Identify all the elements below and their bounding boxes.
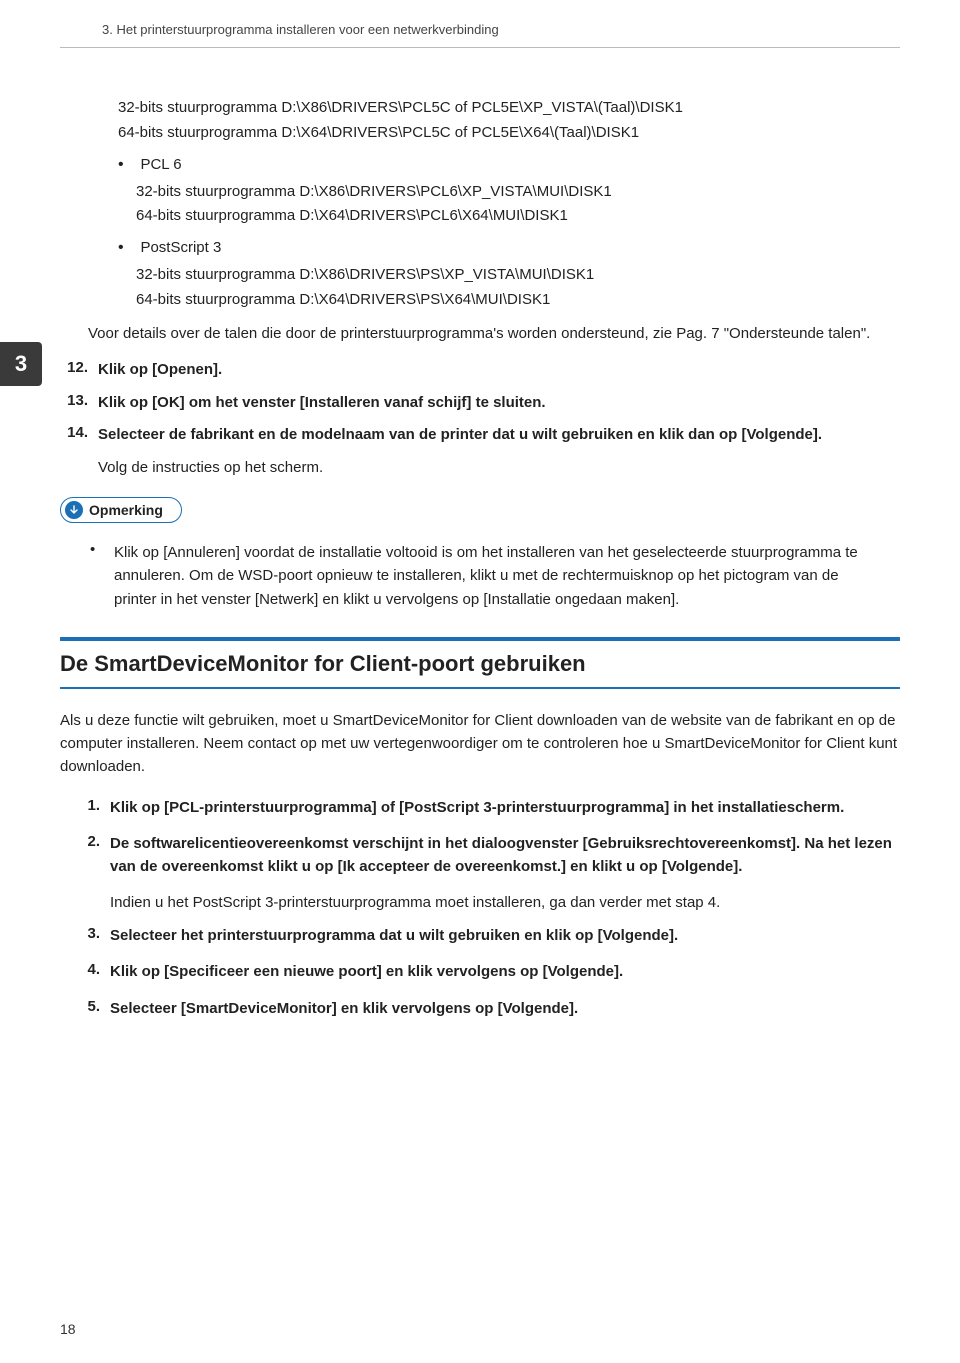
- step-number: 3.: [78, 925, 100, 948]
- step-number: 4.: [78, 961, 100, 984]
- step-number: 12.: [60, 359, 88, 382]
- driver-path: 64-bits stuurprogramma D:\X64\DRIVERS\PC…: [118, 121, 900, 146]
- path-block-top: 32-bits stuurprogramma D:\X86\DRIVERS\PC…: [118, 96, 900, 146]
- step-number: 5.: [78, 998, 100, 1021]
- step-text: Selecteer het printerstuurprogramma dat …: [110, 925, 900, 948]
- section2-steps: 1. Klik op [PCL-printerstuurprogramma] o…: [78, 797, 900, 1021]
- chapter-tab: 3: [0, 342, 42, 386]
- language-note: Voor details over de talen die door de p…: [88, 323, 900, 346]
- heading-bar-bottom: [60, 687, 900, 689]
- step-number: 14.: [60, 424, 88, 447]
- page-number: 18: [60, 1321, 76, 1337]
- section-intro: Als u deze functie wilt gebruiken, moet …: [60, 709, 900, 779]
- bullet-icon: •: [118, 156, 136, 174]
- document-page: 3. Het printerstuurprogramma installeren…: [0, 0, 960, 1363]
- remark-label: Opmerking: [89, 502, 163, 518]
- step-text: Selecteer [SmartDeviceMonitor] en klik v…: [110, 998, 900, 1021]
- step-row: 12. Klik op [Openen].: [60, 359, 900, 382]
- step-number: 13.: [60, 392, 88, 415]
- sub-bullet-pcl6: • PCL 6: [118, 156, 900, 174]
- remark-body: Klik op [Annuleren] voordat de installat…: [114, 541, 870, 611]
- step-row: 14. Selecteer de fabrikant en de modelna…: [60, 424, 900, 447]
- step-text: Klik op [Specificeer een nieuwe poort] e…: [110, 961, 900, 984]
- remark-bullet: • Klik op [Annuleren] voordat de install…: [90, 541, 870, 611]
- step-row: 13. Klik op [OK] om het venster [Install…: [60, 392, 900, 415]
- sub-bullet-postscript: • PostScript 3: [118, 239, 900, 257]
- running-header: 3. Het printerstuurprogramma installeren…: [102, 22, 900, 37]
- arrow-down-circle-icon: [65, 501, 83, 519]
- section-heading: De SmartDeviceMonitor for Client-poort g…: [60, 637, 900, 689]
- step-text: Selecteer de fabrikant en de modelnaam v…: [98, 424, 900, 447]
- driver-path: 32-bits stuurprogramma D:\X86\DRIVERS\PS…: [136, 263, 900, 288]
- step-row: 3. Selecteer het printerstuurprogramma d…: [78, 925, 900, 948]
- header-rule: [60, 47, 900, 48]
- step-subtext: Indien u het PostScript 3-printerstuurpr…: [110, 892, 900, 915]
- driver-path: 32-bits stuurprogramma D:\X86\DRIVERS\PC…: [118, 96, 900, 121]
- step-subtext: Volg de instructies op het scherm.: [98, 457, 900, 480]
- step-row: 4. Klik op [Specificeer een nieuwe poort…: [78, 961, 900, 984]
- main-content: 32-bits stuurprogramma D:\X86\DRIVERS\PC…: [118, 96, 900, 1020]
- driver-path: 32-bits stuurprogramma D:\X86\DRIVERS\PC…: [136, 180, 900, 205]
- driver-path: 64-bits stuurprogramma D:\X64\DRIVERS\PC…: [136, 204, 900, 229]
- step-text: Klik op [OK] om het venster [Installeren…: [98, 392, 900, 415]
- section-title: De SmartDeviceMonitor for Client-poort g…: [60, 651, 900, 677]
- bullet-icon: •: [90, 541, 104, 611]
- step-row: 5. Selecteer [SmartDeviceMonitor] en kli…: [78, 998, 900, 1021]
- sub-bullet-label: PostScript 3: [140, 239, 221, 256]
- driver-path: 64-bits stuurprogramma D:\X64\DRIVERS\PS…: [136, 288, 900, 313]
- step-row: 1. Klik op [PCL-printerstuurprogramma] o…: [78, 797, 900, 820]
- step-text: Klik op [Openen].: [98, 359, 900, 382]
- step-text: De softwarelicentieovereenkomst verschij…: [110, 833, 900, 878]
- heading-bar-top: [60, 637, 900, 641]
- step-row: 2. De softwarelicentieovereenkomst versc…: [78, 833, 900, 878]
- step-text: Klik op [PCL-printerstuurprogramma] of […: [110, 797, 900, 820]
- bullet-icon: •: [118, 239, 136, 257]
- step-number: 2.: [78, 833, 100, 878]
- remark-pill: Opmerking: [60, 497, 182, 523]
- step-number: 1.: [78, 797, 100, 820]
- sub-bullet-label: PCL 6: [140, 156, 181, 173]
